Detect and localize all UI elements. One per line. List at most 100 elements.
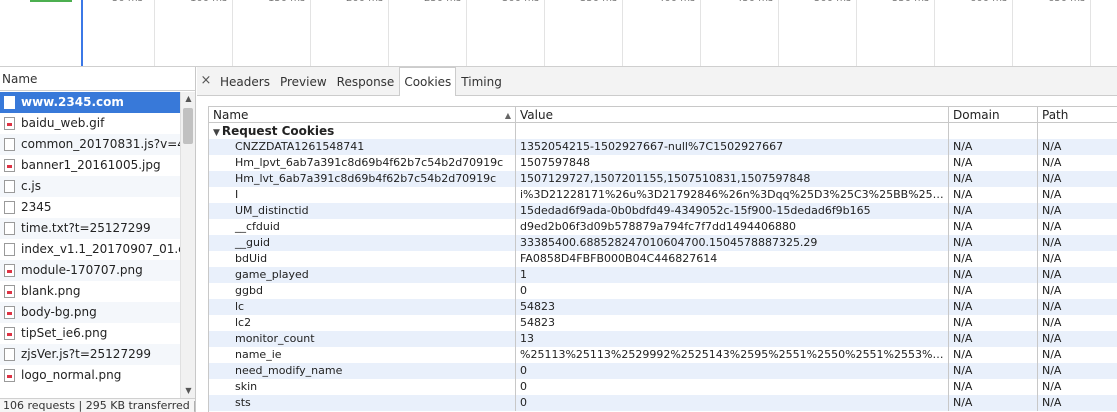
request-list-item[interactable]: blank.png (0, 281, 180, 302)
cookie-path-cell: N/A (1042, 140, 1062, 153)
request-name-label: body-bg.png (21, 305, 97, 319)
cookie-row[interactable]: bdUid FA0858D4FBFB000B04C446827614 N/A N/A (209, 251, 1117, 267)
timeline-gridline (310, 0, 311, 66)
request-list-item[interactable]: body-bg.png (0, 302, 180, 323)
cookie-name-cell: lc2 (209, 315, 516, 331)
cookie-row[interactable]: CNZZDATA1261548741 1352054215-1502927667-… (209, 139, 1117, 155)
cookie-name-cell: __guid (209, 235, 516, 251)
request-list-item[interactable]: common_20170831.js?v=4.1 (0, 134, 180, 155)
name-column-header[interactable]: Name (0, 67, 195, 91)
timeline-tick-label: 250 ms (424, 0, 461, 4)
request-list-item[interactable]: www.2345.com (0, 92, 180, 113)
request-list-item[interactable]: c.js (0, 176, 180, 197)
cookie-domain-cell: N/A (949, 203, 1038, 219)
cookie-value-cell: 54823 (516, 315, 949, 331)
timeline-gridline (388, 0, 389, 66)
cookie-domain-cell: N/A (949, 347, 1038, 363)
scroll-up-arrow-icon[interactable]: ▲ (181, 92, 195, 106)
request-list-item[interactable]: index_v1.1_20170907_01.css?... (0, 239, 180, 260)
column-header-name[interactable]: Name ▲ (209, 107, 516, 122)
cookie-row[interactable]: sts 0 N/A N/A (209, 395, 1117, 411)
cookie-path-cell: N/A (1042, 300, 1062, 313)
tab-response[interactable]: Response (332, 67, 400, 95)
cookie-path-cell: N/A (1042, 348, 1062, 361)
cookie-value-cell: FA0858D4FBFB000B04C446827614 (516, 251, 949, 267)
request-list-scrollbar[interactable]: ▲ ▼ (180, 92, 195, 398)
cookie-row[interactable]: game_played 1 N/A N/A (209, 267, 1117, 283)
timeline-tick-label: 650 ms (1048, 0, 1085, 4)
cookie-row[interactable]: monitor_count 13 N/A N/A (209, 331, 1117, 347)
cookie-name-cell: bdUid (209, 251, 516, 267)
group-empty-cell (949, 123, 1038, 139)
cookie-path-cell: N/A (1042, 188, 1062, 201)
tab-headers[interactable]: Headers (215, 67, 275, 95)
timeline-gridline (1090, 0, 1091, 66)
group-empty-cell (516, 123, 949, 139)
tab-preview[interactable]: Preview (275, 67, 332, 95)
close-detail-icon[interactable]: × (197, 67, 215, 95)
cookie-value-cell: 33385400.688528247010604700.150457888732… (516, 235, 949, 251)
cookie-row[interactable]: lc2 54823 N/A N/A (209, 315, 1117, 331)
cookie-domain-cell: N/A (949, 187, 1038, 203)
image-file-icon (4, 285, 15, 298)
cookie-row[interactable]: Hm_lvt_6ab7a391c8d69b4f62b7c54b2d70919c 1… (209, 171, 1117, 187)
cookie-domain-cell: N/A (949, 299, 1038, 315)
timeline-tick-label: 400 ms (658, 0, 695, 4)
cookie-row[interactable]: Ii%3D21228171%26u%3D21792846%26n%3Dqq%25… (209, 187, 1117, 203)
cookie-value-cell: 0 (516, 283, 949, 299)
cookie-name-cell: sts (209, 395, 516, 411)
image-file-icon (4, 159, 15, 172)
timeline-gridline (232, 0, 233, 66)
request-name-label: common_20170831.js?v=4.1 (21, 137, 180, 151)
timeline-dom-content-loaded-marker (81, 0, 83, 66)
tab-timing[interactable]: Timing (456, 67, 507, 95)
cookie-value-cell: d9ed2b06f3d09b578879a794fc7f7dd149440688… (516, 219, 949, 235)
request-list-item[interactable]: zjsVer.js?t=25127299 (0, 344, 180, 365)
cookie-row[interactable]: name_ie %25113%25113%2529992%2525143%2595… (209, 347, 1117, 363)
cookie-path-cell: N/A (1042, 284, 1062, 297)
column-header-domain[interactable]: Domain (949, 107, 1038, 122)
scroll-thumb[interactable] (183, 108, 193, 144)
request-list-item[interactable]: tipSet_ie6.png (0, 323, 180, 344)
expand-triangle-icon[interactable]: ▼ (213, 128, 220, 138)
cookie-value-cell: i%3D21228171%26u%3D21792846%26n%3Dqq%25D… (516, 187, 949, 203)
html-file-icon (4, 96, 15, 109)
column-header-path[interactable]: Path (1038, 107, 1117, 122)
cookie-rows: CNZZDATA1261548741 1352054215-1502927667-… (209, 139, 1117, 411)
request-list-pane: Name www.2345.com baidu_web.gif common_201… (0, 67, 196, 412)
timeline-gridline (700, 0, 701, 66)
cookie-value-cell: 1 (516, 267, 949, 283)
request-list-item[interactable]: baidu_web.gif (0, 113, 180, 134)
request-detail-pane: × Headers Preview Response Cookies Timing Na… (197, 67, 1117, 412)
timeline-gridline (856, 0, 857, 66)
tab-cookies[interactable]: Cookies (399, 67, 457, 96)
cookie-row[interactable]: UM_distinctid 15dedad6f9ada-0b0bdfd49-434… (209, 203, 1117, 219)
cookie-path-cell: N/A (1042, 316, 1062, 329)
cookie-row[interactable]: Hm_lpvt_6ab7a391c8d69b4f62b7c54b2d70919c… (209, 155, 1117, 171)
cookie-row[interactable]: skin 0 N/A N/A (209, 379, 1117, 395)
request-cookies-group[interactable]: ▼ Request Cookies (209, 123, 1117, 139)
cookie-row[interactable]: lc 54823 N/A N/A (209, 299, 1117, 315)
cookie-row[interactable]: ggbd 0 N/A N/A (209, 283, 1117, 299)
cookie-domain-cell: N/A (949, 315, 1038, 331)
scroll-down-arrow-icon[interactable]: ▼ (181, 384, 195, 398)
cookie-path-cell: N/A (1042, 396, 1062, 409)
timeline-gridline (154, 0, 155, 66)
request-list-item[interactable]: time.txt?t=25127299 (0, 218, 180, 239)
cookie-row[interactable]: __cfduid d9ed2b06f3d09b578879a794fc7f7dd1… (209, 219, 1117, 235)
request-list-item[interactable]: banner1_20161005.jpg (0, 155, 180, 176)
cookie-name-cell: skin (209, 379, 516, 395)
request-name-label: baidu_web.gif (21, 116, 105, 130)
request-list-item[interactable]: logo_normal.png (0, 365, 180, 386)
request-list-item[interactable]: 2345 (0, 197, 180, 218)
timeline-overview[interactable]: 50 ms 100 ms 150 ms 200 ms 250 ms 300 ms 350 m… (0, 0, 1117, 67)
file-icon (4, 180, 15, 193)
file-icon (4, 138, 15, 151)
cookie-name-cell: monitor_count (209, 331, 516, 347)
cookie-row[interactable]: need_modify_name 0 N/A N/A (209, 363, 1117, 379)
sort-ascending-icon: ▲ (504, 111, 511, 120)
request-list-item[interactable]: module-170707.png (0, 260, 180, 281)
cookie-row[interactable]: __guid 33385400.688528247010604700.150457… (209, 235, 1117, 251)
timeline-tick-label: 100 ms (190, 0, 227, 4)
column-header-value[interactable]: Value (516, 107, 949, 122)
